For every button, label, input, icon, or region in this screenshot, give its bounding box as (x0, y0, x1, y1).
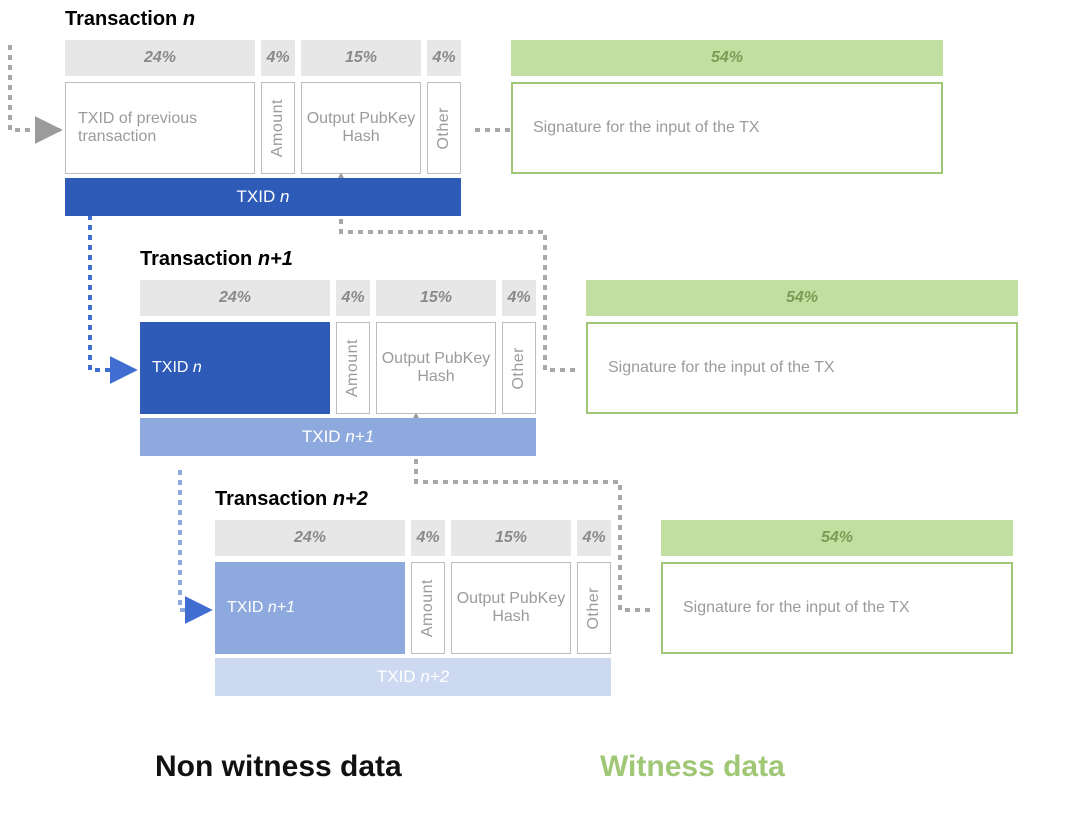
pct-row-n1: 24% 4% 15% 4% 54% (140, 280, 1018, 316)
pct-amount: 4% (336, 280, 370, 316)
pct-other: 4% (427, 40, 461, 76)
input-cell: TXID n+1 (215, 562, 405, 654)
body-row-n1: TXID n Amount Output PubKey Hash Other S… (140, 322, 1018, 414)
input-cell: TXID n (140, 322, 330, 414)
tx-title-pre: Transaction (65, 8, 183, 30)
tx-title-em: n+2 (333, 488, 368, 510)
txid-bar-em: n+2 (420, 667, 449, 687)
input-cell: TXID of previous transaction (65, 82, 255, 174)
tx-title-pre: Transaction (215, 488, 333, 510)
txid-bar-n1: TXID n+1 (140, 418, 536, 456)
sig-label: Signature for the input of the TX (683, 599, 910, 617)
sig-cell: Signature for the input of the TX (586, 322, 1018, 414)
legend-witness: Witness data (600, 750, 785, 784)
txid-bar-em: n+1 (345, 427, 374, 447)
amount-cell: Amount (261, 82, 295, 174)
opk-cell: Output PubKey Hash (376, 322, 496, 414)
sig-label: Signature for the input of the TX (608, 359, 835, 377)
pct-amount: 4% (411, 520, 445, 556)
tx-title-em: n+1 (258, 248, 293, 270)
opk-label: Output PubKey Hash (456, 590, 566, 626)
pct-txid: 24% (215, 520, 405, 556)
opk-label: Output PubKey Hash (306, 110, 416, 146)
tx-title-em: n (183, 8, 195, 30)
pct-txid: 24% (140, 280, 330, 316)
txid-bar-em: n (280, 187, 289, 207)
txid-bar-n2: TXID n+2 (215, 658, 611, 696)
other-label: Other (510, 347, 528, 390)
body-row-n2: TXID n+1 Amount Output PubKey Hash Other… (215, 562, 1013, 654)
opk-label: Output PubKey Hash (381, 350, 491, 386)
txid-bar-pre: TXID (377, 667, 416, 687)
pct-txid: 24% (65, 40, 255, 76)
amount-cell: Amount (411, 562, 445, 654)
tx-title-pre: Transaction (140, 248, 258, 270)
diagram-canvas: Transaction n 24% 4% 15% 4% 54% TXID of … (0, 0, 1072, 830)
pct-amount: 4% (261, 40, 295, 76)
other-label: Other (435, 107, 453, 150)
opk-cell: Output PubKey Hash (301, 82, 421, 174)
sig-label: Signature for the input of the TX (533, 119, 760, 137)
tx-title-n1: Transaction n+1 (140, 248, 293, 271)
input-em: n (193, 359, 202, 377)
tx-title-n2: Transaction n+2 (215, 488, 368, 511)
pct-row-n: 24% 4% 15% 4% 54% (65, 40, 943, 76)
input-em: n+1 (268, 599, 295, 617)
sig-cell: Signature for the input of the TX (661, 562, 1013, 654)
input-pre: TXID (227, 599, 263, 617)
pct-opk: 15% (376, 280, 496, 316)
amount-label: Amount (344, 339, 362, 397)
tx-title-n: Transaction n (65, 8, 195, 31)
legend-nonwitness: Non witness data (155, 750, 402, 784)
other-label: Other (585, 587, 603, 630)
txid-bar-pre: TXID (302, 427, 341, 447)
pct-row-n2: 24% 4% 15% 4% 54% (215, 520, 1013, 556)
txid-bar-n: TXID n (65, 178, 461, 216)
amount-label: Amount (269, 99, 287, 157)
body-row-n: TXID of previous transaction Amount Outp… (65, 82, 943, 174)
sig-cell: Signature for the input of the TX (511, 82, 943, 174)
other-cell: Other (502, 322, 536, 414)
other-cell: Other (427, 82, 461, 174)
amount-cell: Amount (336, 322, 370, 414)
pct-sig: 54% (511, 40, 943, 76)
input-label: TXID of previous transaction (78, 110, 242, 146)
amount-label: Amount (419, 579, 437, 637)
pct-other: 4% (502, 280, 536, 316)
pct-opk: 15% (301, 40, 421, 76)
pct-opk: 15% (451, 520, 571, 556)
input-pre: TXID (152, 359, 188, 377)
other-cell: Other (577, 562, 611, 654)
pct-sig: 54% (586, 280, 1018, 316)
pct-other: 4% (577, 520, 611, 556)
txid-bar-pre: TXID (237, 187, 276, 207)
pct-sig: 54% (661, 520, 1013, 556)
opk-cell: Output PubKey Hash (451, 562, 571, 654)
